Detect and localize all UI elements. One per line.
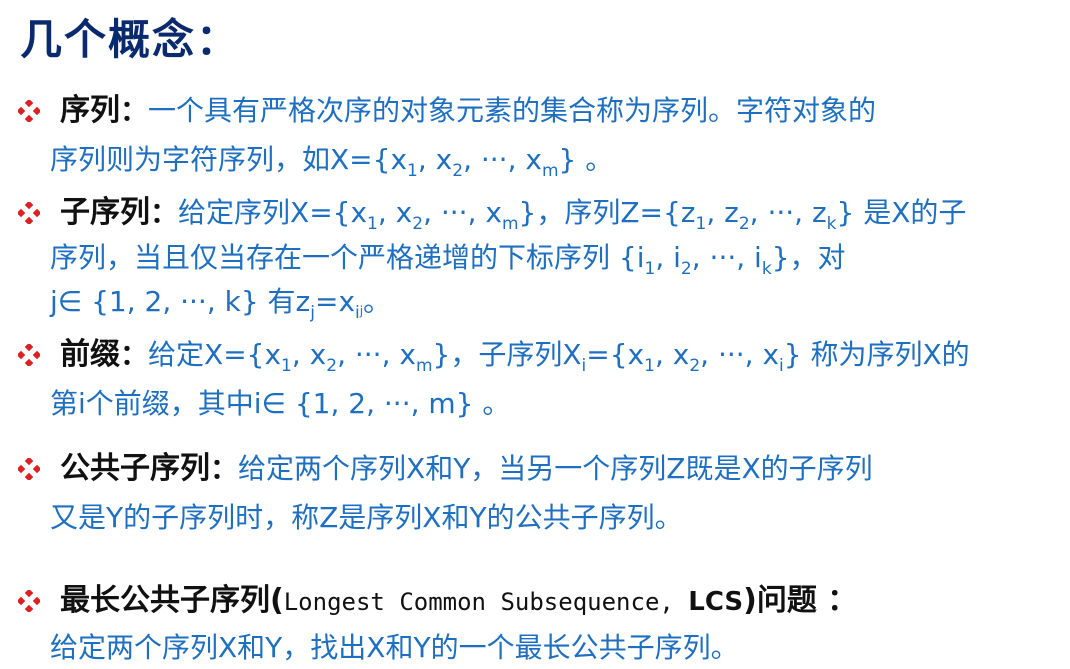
subscript: 2 bbox=[689, 356, 701, 376]
concept-subsequence-line-1: 子序列：给定序列X={x1, x2, ···, xm}，序列Z={z1, z2,… bbox=[18, 198, 966, 233]
definition-text: 一个具有严格次序的对象元素的集合称为序列。字符对象的 bbox=[148, 94, 877, 127]
subscript: m bbox=[541, 161, 559, 181]
definition-text: ={x bbox=[586, 338, 645, 371]
subscript: k bbox=[761, 259, 772, 279]
concept-common-subsequence-line-1: 公共子序列：给定两个序列X和Y，当另一个序列Z既是X的子序列 bbox=[18, 454, 873, 484]
definition-text: , ···, x bbox=[463, 143, 542, 176]
concept-common-subsequence-line-2: 又是Y的子序列时，称Z是序列X和Y的公共子序列。 bbox=[50, 501, 683, 534]
definition-text: , x bbox=[654, 338, 690, 371]
definition-text: , x bbox=[377, 196, 413, 229]
definition-text: 序列，当且仅当存在一个严格递增的下标序列 {i bbox=[50, 241, 645, 274]
concept-sequence-line-2: 序列则为字符序列，如X={x1, x2, ···, xm} 。 bbox=[50, 146, 613, 180]
definition-text: 。 bbox=[363, 285, 392, 318]
subscript: 2 bbox=[738, 214, 750, 234]
definition-text: }，对 bbox=[771, 241, 846, 274]
subscript: 1 bbox=[407, 161, 418, 181]
definition-text: =x bbox=[314, 285, 356, 318]
subscript: 1 bbox=[281, 356, 292, 376]
subscript: 1 bbox=[367, 214, 378, 234]
paren-open: ( bbox=[270, 583, 284, 618]
term-label: 序列 bbox=[60, 93, 120, 128]
definition-text: 序列则为字符序列，如X={x bbox=[50, 143, 408, 176]
concept-sequence-line-1: 序列：一个具有严格次序的对象元素的集合称为序列。字符对象的 bbox=[18, 96, 876, 126]
subscript: 1 bbox=[695, 214, 707, 234]
diamond-bullet-icon bbox=[18, 202, 40, 224]
definition-text: }，序列Z={z bbox=[518, 196, 696, 229]
definition-text: , x bbox=[291, 338, 327, 371]
definition-text: j∈ {1, 2, ···, k} 有z bbox=[50, 285, 311, 318]
definition-text: 给定两个序列X和Y，当另一个序列Z既是X的子序列 bbox=[238, 452, 873, 485]
term-colon: ： bbox=[150, 196, 179, 229]
diamond-bullet-icon bbox=[18, 100, 40, 122]
definition-text: , z bbox=[706, 196, 739, 229]
definition-text: } 称为序列X的 bbox=[783, 338, 970, 371]
subscript: 2 bbox=[326, 356, 338, 376]
diamond-bullet-icon bbox=[18, 344, 40, 366]
diamond-bullet-icon bbox=[18, 590, 40, 612]
definition-text: 给定X={x bbox=[148, 338, 282, 371]
abbr: LCS bbox=[688, 587, 744, 617]
term-label: 最长公共子序列 bbox=[60, 583, 270, 618]
subscript: 2 bbox=[680, 259, 692, 279]
subscript: 1 bbox=[644, 259, 656, 279]
term-colon: ： bbox=[120, 338, 149, 371]
definition-text: , ···, z bbox=[749, 196, 827, 229]
definition-text: , x bbox=[417, 143, 453, 176]
subscript: 2 bbox=[452, 161, 464, 181]
definition-text: , ···, x bbox=[423, 196, 502, 229]
concept-lcs-line-2: 给定两个序列X和Y，找出X和Y的一个最长公共子序列。 bbox=[50, 631, 739, 664]
subscript: k bbox=[826, 214, 837, 234]
definition-text: , ···, x bbox=[700, 338, 780, 371]
definition-text: 给定序列X={x bbox=[178, 196, 368, 229]
definition-text: } 。 bbox=[558, 143, 614, 176]
subscript: m bbox=[415, 356, 433, 376]
definition-text: , i bbox=[655, 241, 681, 274]
concept-prefix-line-2: 第i个前缀，其中i∈ {1, 2, ···, m} 。 bbox=[50, 387, 511, 420]
subscript: 2 bbox=[412, 214, 424, 234]
definition-text: }，子序列X bbox=[432, 338, 582, 371]
definition-text: , ···, x bbox=[337, 338, 416, 371]
english-name: Longest Common Subsequence, bbox=[283, 588, 689, 616]
term-colon: ： bbox=[120, 94, 149, 127]
term-label: 子序列 bbox=[60, 195, 150, 230]
term-label: 前缀 bbox=[60, 337, 120, 372]
concept-prefix-line-1: 前缀：给定X={x1, x2, ···, xm}，子序列Xi={x1, x2, … bbox=[18, 340, 970, 375]
page-title: 几个概念： bbox=[20, 15, 241, 64]
subscript: 1 bbox=[644, 356, 655, 376]
diamond-bullet-icon bbox=[18, 458, 40, 480]
definition-text: , ···, i bbox=[691, 241, 762, 274]
concept-subsequence-line-2: 序列，当且仅当存在一个严格递增的下标序列 {i1, i2, ···, ik}，对 bbox=[50, 244, 846, 278]
paren-close: )问题 ： bbox=[743, 583, 858, 618]
term-label: 公共子序列 bbox=[60, 451, 210, 486]
term-colon: ： bbox=[210, 452, 239, 485]
definition-text: } 是X的子 bbox=[836, 196, 967, 229]
subscript: m bbox=[501, 214, 519, 234]
concept-subsequence-line-3: j∈ {1, 2, ···, k} 有zj=xij。 bbox=[50, 288, 391, 322]
concept-lcs-line-1: 最长公共子序列(Longest Common Subsequence, LCS)… bbox=[18, 586, 857, 616]
